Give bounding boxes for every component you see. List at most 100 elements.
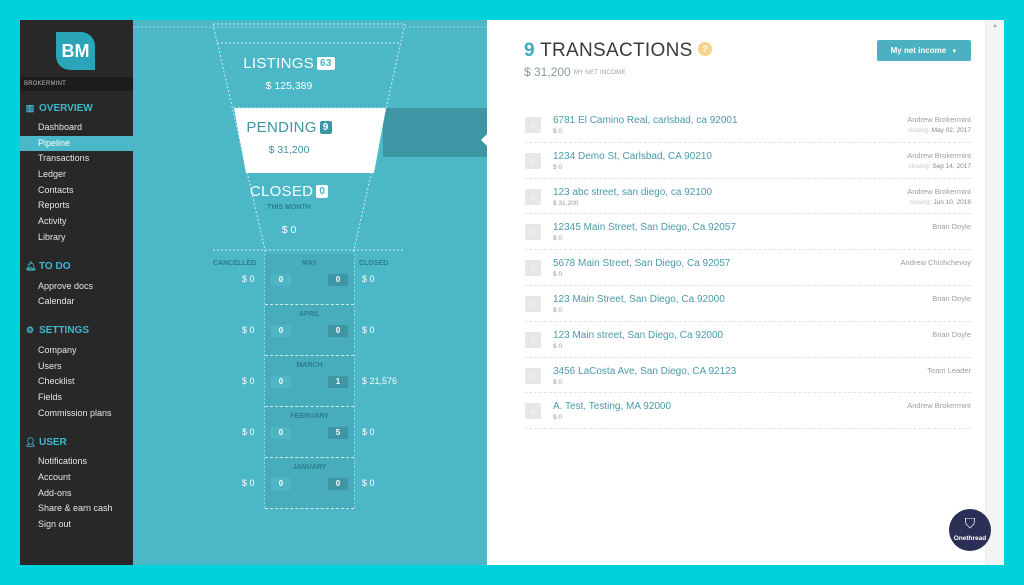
closed-label: CLOSED <box>249 183 314 200</box>
closed-amount-month: $ 0 <box>362 325 375 335</box>
closing-date: May 02, 2017 <box>931 127 971 134</box>
cancelled-count: 0 <box>271 478 291 490</box>
sidebar-item-share-earn-cash[interactable]: Share & earn cash <box>20 501 133 517</box>
brand-logo[interactable]: BM <box>56 32 95 70</box>
scrollbar[interactable]: ▲ <box>985 20 1004 565</box>
transaction-address[interactable]: 3456 LaCosta Ave, San Diego, CA 92123 <box>553 366 736 377</box>
sidebar-item-ledger[interactable]: Ledger <box>20 167 133 183</box>
sidebar-item-reports[interactable]: Reports <box>20 198 133 214</box>
closed-stage[interactable]: CLOSED 0 <box>189 183 389 200</box>
closed-count: 0 <box>328 325 348 337</box>
transaction-address[interactable]: 1234 Demo St, Carlsbad, CA 90210 <box>553 151 712 162</box>
house-icon: ⌂ <box>525 188 541 205</box>
month-row-march[interactable]: MARCH 0 1 <box>265 356 354 407</box>
sidebar-item-fields[interactable]: Fields <box>20 390 133 406</box>
transaction-row[interactable]: ⌂ A. Test, Testing, MA 92000 $ 0 Andrew Bro… <box>524 393 971 430</box>
sidebar-item-dashboard[interactable]: Dashboard <box>20 120 133 136</box>
sidebar-item-sign-out[interactable]: Sign out <box>20 517 133 533</box>
transaction-row[interactable]: ⌂ 5678 Main Street, San Diego, Ca 92057 $ … <box>524 250 971 286</box>
closing-label: closing: <box>908 162 931 170</box>
transaction-amount: $ 0 <box>553 271 563 279</box>
sidebar-item-transactions[interactable]: Transactions <box>20 151 133 167</box>
net-income-dropdown[interactable]: My net income ▼ <box>877 40 971 61</box>
sidebar-item-users[interactable]: Users <box>20 359 133 375</box>
chart-icon: ▥ <box>25 102 35 113</box>
transaction-address[interactable]: 123 abc street, san diego, ca 92100 <box>553 187 712 198</box>
transaction-amount: $ 0 <box>553 163 563 171</box>
transaction-row[interactable]: ⌂ 6781 El Camino Real, carlsbad, ca 92001… <box>524 107 971 143</box>
sidebar: BM BROKERMINT ▥ OVERVIEW Dashboard Pipeline… <box>20 20 133 565</box>
closed-count: 5 <box>328 427 348 439</box>
pending-label: PENDING <box>246 119 317 136</box>
transaction-address[interactable]: A. Test, Testing, MA 92000 <box>553 401 671 412</box>
sidebar-item-checklist[interactable]: Checklist <box>20 374 133 390</box>
transaction-row[interactable]: ⌂ 123 abc street, san diego, ca 92100 $ 31… <box>524 179 971 215</box>
transactions-panel: 9 TRANSACTIONS ? $ 31,200 MY NET INCOME M… <box>487 20 985 565</box>
brand-name: BROKERMINT <box>20 77 133 91</box>
month-row-january[interactable]: JANUARY 0 0 <box>265 458 354 509</box>
cancelled-amount: $ 0 <box>242 478 255 488</box>
cancelled-amount: $ 0 <box>242 376 255 386</box>
net-income: $ 31,200 MY NET INCOME <box>524 65 626 79</box>
closed-count: 0 <box>328 478 348 490</box>
transaction-row[interactable]: ⌂ 123 Main street, San Diego, Ca 92000 $ 0… <box>524 322 971 358</box>
sidebar-item-account[interactable]: Account <box>20 470 133 486</box>
transactions-title: TRANSACTIONS <box>540 40 693 61</box>
transaction-agent: Team Leader <box>927 365 971 375</box>
house-icon: ⌂ <box>525 403 541 420</box>
sidebar-item-activity[interactable]: Activity <box>20 214 133 230</box>
transaction-row[interactable]: ⌂ 123 Main Street, San Diego, Ca 92000 $ 0… <box>524 286 971 322</box>
transaction-address[interactable]: 5678 Main Street, San Diego, Ca 92057 <box>553 258 730 269</box>
pending-stage[interactable]: PENDING 9 <box>189 119 389 136</box>
cancelled-amount: $ 0 <box>242 427 255 437</box>
transaction-amount: $ 0 <box>553 342 563 350</box>
transaction-amount: $ 0 <box>553 378 563 386</box>
month-row-april[interactable]: APRIL 0 0 <box>265 305 354 356</box>
house-icon: ⌂ <box>525 117 541 133</box>
sidebar-item-approve-docs[interactable]: Approve docs <box>20 279 133 295</box>
month-name: MARCH <box>296 362 323 369</box>
sidebar-item-notifications[interactable]: Notifications <box>20 454 133 470</box>
sidebar-item-company[interactable]: Company <box>20 343 133 359</box>
cancelled-count: 0 <box>271 325 291 337</box>
listings-stage[interactable]: LISTINGS 63 <box>189 55 389 72</box>
month-row-may[interactable]: MAY 0 0 <box>265 254 354 305</box>
month-name: APRIL <box>299 311 320 318</box>
transaction-address[interactable]: 12345 Main Street, San Diego, Ca 92057 <box>553 222 736 233</box>
house-icon: ⌂ <box>525 295 541 312</box>
sidebar-section-title: SETTINGS <box>39 325 90 337</box>
month-row-february[interactable]: FEBRUARY 0 5 <box>265 407 354 458</box>
sidebar-item-commission-plans[interactable]: Commission plans <box>20 406 133 422</box>
closed-amount-month: $ 21,576 <box>362 376 398 386</box>
transaction-address[interactable]: 6781 El Camino Real, carlsbad, ca 92001 <box>553 115 738 126</box>
transaction-row[interactable]: ⌂ 3456 LaCosta Ave, San Diego, CA 92123 $ … <box>524 358 971 394</box>
month-name: FEBRUARY <box>290 413 329 420</box>
cancelled-amount: $ 0 <box>242 274 255 284</box>
house-icon: ⌂ <box>525 331 541 348</box>
month-name: JANUARY <box>292 464 327 471</box>
transaction-address[interactable]: 123 Main Street, San Diego, Ca 92000 <box>553 294 725 305</box>
transaction-address[interactable]: 123 Main street, San Diego, Ca 92000 <box>553 330 723 341</box>
net-income-label: MY NET INCOME <box>573 69 626 76</box>
help-icon[interactable]: ? <box>698 42 712 56</box>
cancelled-count: 0 <box>271 274 291 286</box>
sidebar-nav: ▥ OVERVIEW Dashboard Pipeline Transactions Le… <box>20 101 133 533</box>
sidebar-item-calendar[interactable]: Calendar <box>20 294 133 310</box>
sidebar-item-library[interactable]: Library <box>20 230 133 246</box>
transaction-amount: $ 0 <box>553 235 563 243</box>
transaction-closing: closing: Sep 14, 2017 <box>908 163 971 170</box>
house-icon: ⌂ <box>525 152 541 169</box>
transaction-amount: $ 0 <box>553 306 563 314</box>
closed-count: 0 <box>328 274 348 286</box>
sidebar-item-add-ons[interactable]: Add-ons <box>20 486 133 502</box>
scroll-up-arrow-icon[interactable]: ▲ <box>992 23 998 29</box>
transaction-row[interactable]: ⌂ 1234 Demo St, Carlsbad, CA 90210 $ 0 Andr… <box>524 143 971 179</box>
transaction-row[interactable]: ⌂ 12345 Main Street, San Diego, Ca 92057 $… <box>524 214 971 251</box>
sidebar-item-pipeline[interactable]: Pipeline <box>20 135 133 152</box>
sidebar-item-contacts[interactable]: Contacts <box>20 183 133 199</box>
closed-amount-month: $ 0 <box>362 427 375 437</box>
onethread-watermark: ⛉ Onethread <box>949 509 991 551</box>
caret-down-icon: ▼ <box>951 49 958 55</box>
